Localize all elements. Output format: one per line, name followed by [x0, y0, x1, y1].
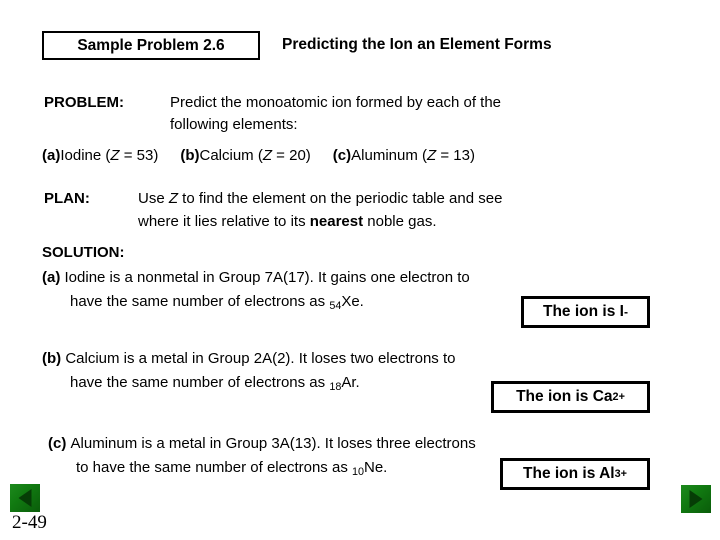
page-title: Predicting the Ion an Element Forms	[282, 36, 552, 53]
problem-item-b-text: Calcium (	[199, 147, 263, 164]
solution-c-line-2-post: Ne.	[364, 459, 388, 476]
sample-problem-badge-label: Sample Problem 2.6	[77, 36, 225, 54]
solution-a-atomic-number: 54	[329, 300, 342, 313]
sample-problem-badge: Sample Problem 2.6	[42, 31, 260, 60]
plan-line-2-pre: where it lies relative to its	[138, 213, 310, 230]
solution-b-marker: (b)	[42, 350, 62, 367]
solution-c-line-2: to have the same number of electrons as …	[76, 456, 387, 484]
triangle-left-icon	[18, 489, 32, 507]
solution-c-line-1-text: Aluminum is a metal in Group 3A(13). It …	[70, 435, 476, 452]
slide-canvas: Sample Problem 2.6 Predicting the Ion an…	[0, 0, 720, 540]
problem-item-a-marker: (a)	[42, 147, 61, 164]
plan-line-2-post: noble gas.	[363, 213, 437, 230]
problem-item-a-text: Iodine (	[60, 147, 111, 164]
page-number: 2-49	[12, 512, 47, 533]
answer-box-c: The ion is Al 3+	[500, 458, 650, 490]
plan-line-1: Use Z to find the element on the periodi…	[138, 187, 502, 210]
answer-c-charge: 3+	[614, 468, 627, 480]
problem-item-list: (a)Iodine (Z = 53) (b)Calcium (Z = 20) (c)…	[42, 144, 475, 167]
problem-item-c-variable: Z	[427, 147, 437, 164]
problem-item-b-variable: Z	[262, 147, 273, 164]
solution-b-line-1: (b) Calcium is a metal in Group 2A(2). I…	[42, 347, 455, 370]
problem-item-c-value: = 13)	[436, 147, 475, 164]
solution-c-line-1: (c) Aluminum is a metal in Group 3A(13).…	[48, 432, 476, 455]
answer-c-text: The ion is Al	[523, 465, 615, 482]
solution-b-line-1-text: Calcium is a metal in Group 2A(2). It lo…	[65, 350, 456, 367]
solution-b-atomic-number: 18	[329, 381, 342, 394]
plan-label: PLAN:	[44, 190, 90, 207]
solution-a-line-2-post: Xe.	[341, 293, 364, 310]
solution-b-line-2-pre: have the same number of electrons as	[70, 374, 330, 391]
problem-item-a-variable: Z	[110, 147, 120, 164]
answer-a-text: The ion is I	[543, 303, 624, 320]
plan-line-1-variable: Z	[168, 190, 179, 207]
plan-line-1-pre: Use	[138, 190, 169, 207]
solution-a-line-2: have the same number of electrons as 54X…	[70, 290, 364, 318]
solution-c-atomic-number: 10	[351, 466, 364, 479]
solution-a-line-2-pre: have the same number of electrons as	[70, 293, 330, 310]
problem-item-b-marker: (b)	[180, 147, 200, 164]
plan-line-1-post: to find the element on the periodic tabl…	[178, 190, 503, 207]
answer-box-b: The ion is Ca 2+	[491, 381, 650, 413]
problem-item-a-value: = 53)	[119, 147, 159, 164]
solution-c-line-2-pre: to have the same number of electrons as	[76, 459, 352, 476]
solution-a-line-1: (a) Iodine is a nonmetal in Group 7A(17)…	[42, 266, 470, 289]
problem-item-c-marker: (c)	[332, 147, 352, 164]
previous-slide-button[interactable]	[10, 484, 40, 512]
answer-box-a: The ion is I-	[521, 296, 650, 328]
solution-a-line-1-text: Iodine is a nonmetal in Group 7A(17). It…	[64, 269, 470, 286]
answer-b-text: The ion is Ca	[516, 388, 613, 405]
problem-statement-line-2: following elements:	[170, 116, 298, 133]
solution-b-line-2-post: Ar.	[341, 374, 360, 391]
solution-b-line-2: have the same number of electrons as 18A…	[70, 371, 360, 399]
solution-label: SOLUTION:	[42, 244, 125, 261]
next-slide-button[interactable]	[681, 485, 711, 513]
answer-b-charge: 2+	[612, 391, 625, 403]
plan-line-2-emphasis: nearest	[309, 213, 364, 230]
answer-a-charge: -	[623, 305, 628, 319]
problem-item-b-value: = 20)	[272, 147, 311, 164]
problem-item-c-text: Aluminum (	[351, 147, 427, 164]
plan-line-2: where it lies relative to its nearest no…	[138, 210, 437, 233]
problem-label: PROBLEM:	[44, 94, 124, 111]
solution-c-marker: (c)	[48, 435, 67, 452]
solution-a-marker: (a)	[42, 269, 61, 286]
triangle-right-icon	[689, 490, 703, 508]
problem-statement-line-1: Predict the monoatomic ion formed by eac…	[170, 94, 502, 111]
